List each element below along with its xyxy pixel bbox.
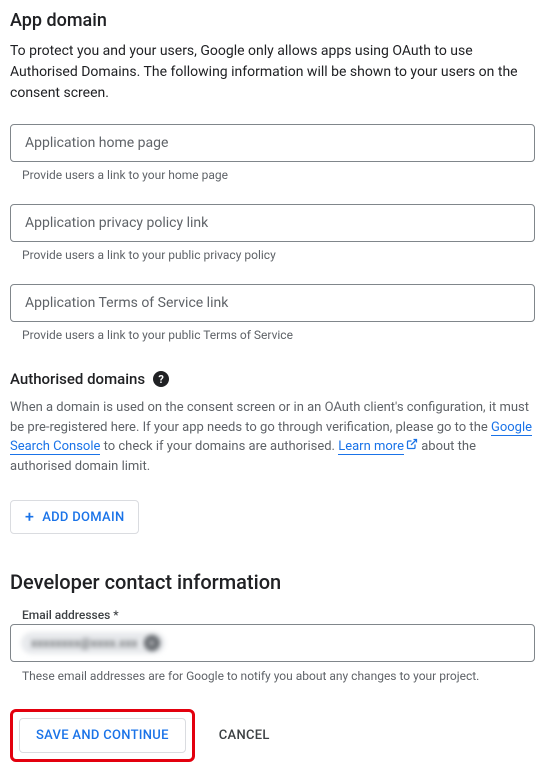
help-icon[interactable]: ?: [153, 371, 169, 387]
add-domain-button[interactable]: + ADD DOMAIN: [10, 500, 139, 534]
chip-remove-icon[interactable]: ✕: [144, 635, 160, 651]
home-page-input[interactable]: [10, 124, 535, 162]
plus-icon: +: [25, 509, 34, 525]
cancel-button[interactable]: CANCEL: [219, 728, 270, 743]
app-domain-title: App domain: [10, 10, 535, 31]
email-chip-text: xxxxxxxx@xxxx.xxx: [31, 636, 138, 650]
email-helper: These email addresses are for Google to …: [10, 669, 535, 683]
authorised-domains-header: Authorised domains ?: [10, 370, 535, 388]
add-domain-label: ADD DOMAIN: [42, 510, 124, 525]
home-page-helper: Provide users a link to your home page: [10, 168, 535, 182]
app-domain-description: To protect you and your users, Google on…: [10, 41, 535, 104]
home-page-field-group: Provide users a link to your home page: [10, 124, 535, 182]
save-highlight-box: SAVE AND CONTINUE: [10, 709, 195, 762]
learn-more-link[interactable]: Learn more: [338, 439, 404, 455]
email-addresses-input[interactable]: xxxxxxxx@xxxx.xxx ✕: [10, 624, 535, 662]
button-row: SAVE AND CONTINUE CANCEL: [10, 709, 535, 762]
auth-desc-part2: to check if your domains are authorised.: [100, 439, 338, 454]
email-addresses-label: Email addresses *: [22, 608, 535, 622]
auth-desc-part1: When a domain is used on the consent scr…: [10, 400, 529, 435]
privacy-input[interactable]: [10, 204, 535, 242]
email-chip: xxxxxxxx@xxxx.xxx ✕: [21, 632, 165, 654]
tos-helper: Provide users a link to your public Term…: [10, 328, 535, 342]
authorised-domains-title: Authorised domains: [10, 370, 145, 388]
privacy-field-group: Provide users a link to your public priv…: [10, 204, 535, 262]
authorised-domains-description: When a domain is used on the consent scr…: [10, 398, 535, 476]
save-and-continue-button[interactable]: SAVE AND CONTINUE: [19, 718, 186, 753]
tos-field-group: Provide users a link to your public Term…: [10, 284, 535, 342]
tos-input[interactable]: [10, 284, 535, 322]
external-link-icon: [406, 437, 418, 457]
developer-contact-title: Developer contact information: [10, 570, 535, 594]
privacy-helper: Provide users a link to your public priv…: [10, 248, 535, 262]
